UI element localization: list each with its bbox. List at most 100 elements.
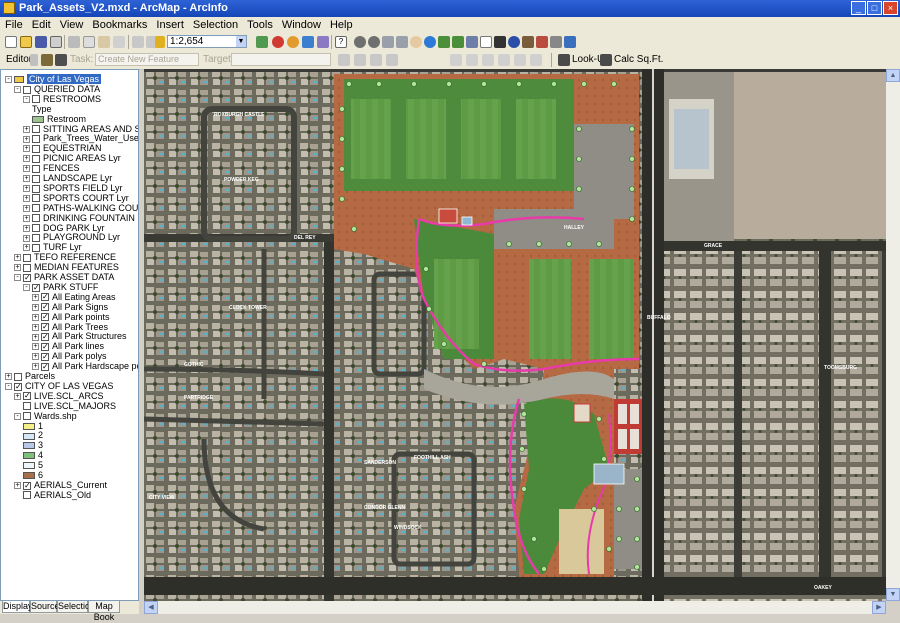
measure-icon[interactable] <box>550 36 562 48</box>
tab-source[interactable]: Source <box>30 601 60 613</box>
select-features-icon[interactable] <box>466 36 478 48</box>
menu-help[interactable]: Help <box>325 17 357 31</box>
toc-layer-row[interactable]: + PICNIC AREAS Lyr <box>23 153 121 163</box>
split-icon[interactable] <box>338 54 350 66</box>
layer-visibility-checkbox[interactable]: ✓ <box>41 362 49 371</box>
expand-icon[interactable]: + <box>32 313 39 321</box>
menu-tools[interactable]: Tools <box>242 17 277 31</box>
toc-layer-row[interactable]: - ✓ PARK STUFF <box>23 282 98 292</box>
layer-visibility-checkbox[interactable] <box>32 204 40 213</box>
expand-icon[interactable]: + <box>23 155 30 163</box>
expand-icon[interactable]: + <box>23 135 30 143</box>
target-dropdown[interactable] <box>231 53 331 66</box>
toc-layer-row[interactable]: + SITTING AREAS AND SEATING <box>23 124 138 134</box>
expand-icon[interactable]: + <box>23 194 30 202</box>
toc-layer-row[interactable]: Type <box>32 104 52 114</box>
edit-vertices-icon[interactable] <box>514 54 526 66</box>
toc-layer-row[interactable]: + PATHS-WALKING COURSE Lyr <box>23 203 138 213</box>
layer-visibility-checkbox[interactable] <box>23 253 31 262</box>
layer-visibility-checkbox[interactable]: ✓ <box>23 481 31 490</box>
layer-visibility-checkbox[interactable] <box>32 154 40 163</box>
collapse-icon[interactable]: - <box>5 383 12 391</box>
layer-visibility-checkbox[interactable] <box>14 372 22 381</box>
fixed-zoom-out-icon[interactable] <box>396 36 408 48</box>
collapse-icon[interactable]: - <box>14 274 21 282</box>
extend-icon[interactable] <box>498 54 510 66</box>
expand-icon[interactable]: + <box>23 214 30 222</box>
full-extent-icon[interactable] <box>424 36 436 48</box>
layer-visibility-checkbox[interactable]: ✓ <box>41 323 49 332</box>
toc-layer-row[interactable]: Restroom <box>32 114 86 124</box>
toc-layer-row[interactable]: + SPORTS FIELD Lyr <box>23 183 123 193</box>
close-button[interactable]: × <box>883 1 898 15</box>
chevron-down-icon[interactable] <box>30 54 38 66</box>
edit-tool-icon[interactable] <box>41 54 53 66</box>
cut-icon[interactable] <box>68 36 80 48</box>
paste-icon[interactable] <box>98 36 110 48</box>
collapse-icon[interactable]: - <box>23 284 30 292</box>
trim-icon[interactable] <box>482 54 494 66</box>
toc-layer-row[interactable]: + ✓ All Park Structures <box>32 331 127 341</box>
previous-extent-icon[interactable] <box>438 36 450 48</box>
toc-layer-row[interactable]: - City of Las Vegas <box>5 74 102 84</box>
layer-visibility-checkbox[interactable]: ✓ <box>41 313 49 322</box>
layer-visibility-checkbox[interactable]: ✓ <box>41 333 49 342</box>
toc-layer-row[interactable]: +✓All Park Hardscape polys <box>32 361 138 371</box>
vertical-scrollbar[interactable]: ▲ ▼ <box>886 69 900 601</box>
command-line-icon[interactable] <box>302 36 314 48</box>
expand-icon[interactable]: + <box>23 185 30 193</box>
collapse-icon[interactable]: - <box>23 95 30 103</box>
aerial-map[interactable]: ROXBURGH CASTLE POWDER KEG CLOCK TOWER GOTH… <box>144 69 886 601</box>
menu-insert[interactable]: Insert <box>151 17 188 31</box>
menu-selection[interactable]: Selection <box>188 17 242 31</box>
toc-layer-row[interactable]: + TEFO REFERENCE <box>14 252 116 262</box>
scroll-left-icon[interactable]: ◀ <box>144 601 158 614</box>
sketch-tool-icon[interactable] <box>55 54 67 66</box>
circle-icon[interactable] <box>530 54 542 66</box>
layer-visibility-checkbox[interactable] <box>32 95 40 104</box>
time-slider-icon[interactable] <box>564 36 576 48</box>
layer-visibility-checkbox[interactable] <box>23 263 31 272</box>
expand-icon[interactable]: + <box>32 333 39 341</box>
editor-menu[interactable]: Editor <box>6 54 32 65</box>
toc-layer-row[interactable]: + ✓ All Park Trees <box>32 322 108 332</box>
collapse-icon[interactable]: - <box>5 76 12 84</box>
save-icon[interactable] <box>35 36 47 48</box>
expand-icon[interactable]: + <box>23 244 30 252</box>
open-icon[interactable] <box>20 36 32 48</box>
collapse-icon[interactable]: - <box>14 86 21 94</box>
toc-layer-row[interactable]: + MEDIAN FEATURES <box>14 262 119 272</box>
toc-layer-row[interactable]: 4 <box>23 450 43 460</box>
map-scale-dropdown[interactable]: 1:2,654 ▼ <box>167 35 247 48</box>
menu-file[interactable]: File <box>0 17 27 31</box>
expand-icon[interactable]: + <box>32 293 39 301</box>
layer-visibility-checkbox[interactable] <box>32 243 40 252</box>
toc-layer-row[interactable]: + ✓ All Eating Areas <box>32 292 116 302</box>
layer-visibility-checkbox[interactable]: ✓ <box>23 392 31 401</box>
delete-icon[interactable] <box>113 36 125 48</box>
layer-visibility-checkbox[interactable]: ✓ <box>14 382 22 391</box>
expand-icon[interactable]: + <box>23 175 30 183</box>
task-dropdown[interactable]: Create New Feature <box>95 53 199 66</box>
layer-visibility-checkbox[interactable] <box>23 85 31 94</box>
arctoolbox-icon[interactable] <box>272 36 284 48</box>
expand-icon[interactable]: + <box>32 363 39 371</box>
expand-icon[interactable]: + <box>23 234 30 242</box>
toc-layer-row[interactable]: + ✓ All Park lines <box>32 341 104 351</box>
undo-icon[interactable] <box>132 36 144 48</box>
layer-visibility-checkbox[interactable]: ✓ <box>41 342 49 351</box>
menu-view[interactable]: View <box>55 17 88 31</box>
layer-visibility-checkbox[interactable] <box>23 402 31 411</box>
expand-icon[interactable]: + <box>32 343 39 351</box>
arccatalog-icon[interactable] <box>287 36 299 48</box>
tab-map-book[interactable]: Map Book <box>88 601 120 622</box>
layer-visibility-checkbox[interactable] <box>32 135 40 144</box>
rotate-icon[interactable] <box>354 54 366 66</box>
zoom-in-icon[interactable] <box>354 36 366 48</box>
select-elements-icon[interactable] <box>494 36 506 48</box>
tab-selection[interactable]: Selection <box>57 601 95 613</box>
zoom-out-icon[interactable] <box>368 36 380 48</box>
layer-visibility-checkbox[interactable]: ✓ <box>23 273 31 282</box>
layer-visibility-checkbox[interactable] <box>32 174 40 183</box>
toc-layer-row[interactable]: 6 <box>23 470 43 480</box>
